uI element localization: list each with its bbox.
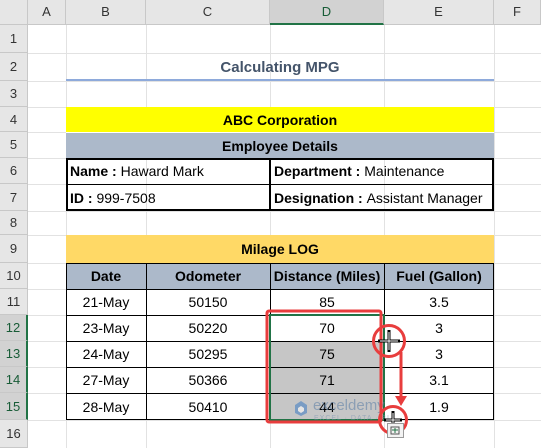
row-header-10[interactable]: 10 (0, 263, 28, 289)
sheet-title[interactable]: Calculating MPG (66, 55, 494, 79)
row-header-15[interactable]: 15 (0, 393, 28, 420)
department-cell[interactable]: Department : Maintenance (270, 158, 494, 184)
row-header-2[interactable]: 2 (0, 53, 28, 81)
row-header-16[interactable]: 16 (0, 420, 28, 448)
column-header-b[interactable]: B (66, 0, 146, 25)
select-all-corner[interactable] (0, 0, 28, 25)
department-label: Department : (274, 163, 361, 179)
column-header-c[interactable]: C (146, 0, 270, 25)
row-header-8[interactable]: 8 (0, 211, 28, 235)
auto-fill-options-button[interactable] (387, 423, 404, 438)
log-row-divider (66, 289, 494, 290)
name-cell[interactable]: Name : Haward Mark (66, 158, 270, 184)
exceldemy-logo-icon (295, 401, 307, 416)
column-header-a[interactable]: A (28, 0, 66, 25)
title-underline (66, 79, 494, 81)
fill-handle-cursor-icon[interactable] (372, 324, 406, 358)
row-header-9[interactable]: 9 (0, 235, 28, 263)
column-header-d[interactable]: D (270, 0, 384, 25)
gridline (494, 25, 495, 448)
employee-details-header[interactable]: Employee Details (66, 132, 494, 158)
row-header-13[interactable]: 13 (0, 341, 28, 367)
row-header-4[interactable]: 4 (0, 107, 28, 132)
column-header-e[interactable]: E (384, 0, 494, 25)
row-header-7[interactable]: 7 (0, 184, 28, 211)
row-header-14[interactable]: 14 (0, 367, 28, 393)
id-cell[interactable]: ID : 999-7508 (66, 185, 270, 211)
row-header-12[interactable]: 12 (0, 315, 28, 341)
milage-log-title[interactable]: Milage LOG (66, 235, 494, 263)
designation-label: Designation : (274, 190, 363, 206)
row-header-5[interactable]: 5 (0, 132, 28, 158)
designation-value: Assistant Manager (366, 190, 483, 206)
name-value: Haward Mark (120, 163, 204, 179)
name-label: Name : (70, 163, 117, 179)
gridline (28, 211, 541, 212)
column-header-f[interactable]: F (494, 0, 541, 25)
row-header-1[interactable]: 1 (0, 25, 28, 53)
auto-fill-options-icon (390, 426, 400, 435)
id-label: ID : (70, 190, 93, 206)
id-value: 999-7508 (96, 190, 156, 206)
company-banner[interactable]: ABC Corporation (66, 107, 494, 132)
row-header-11[interactable]: 11 (0, 289, 28, 315)
gridline (28, 53, 541, 54)
department-value: Maintenance (364, 163, 445, 179)
gridline (28, 81, 541, 82)
designation-cell[interactable]: Designation : Assistant Manager (270, 185, 494, 211)
row-header-3[interactable]: 3 (0, 81, 28, 107)
watermark-name: exceldemy (313, 397, 385, 414)
row-header-6[interactable]: 6 (0, 158, 28, 184)
